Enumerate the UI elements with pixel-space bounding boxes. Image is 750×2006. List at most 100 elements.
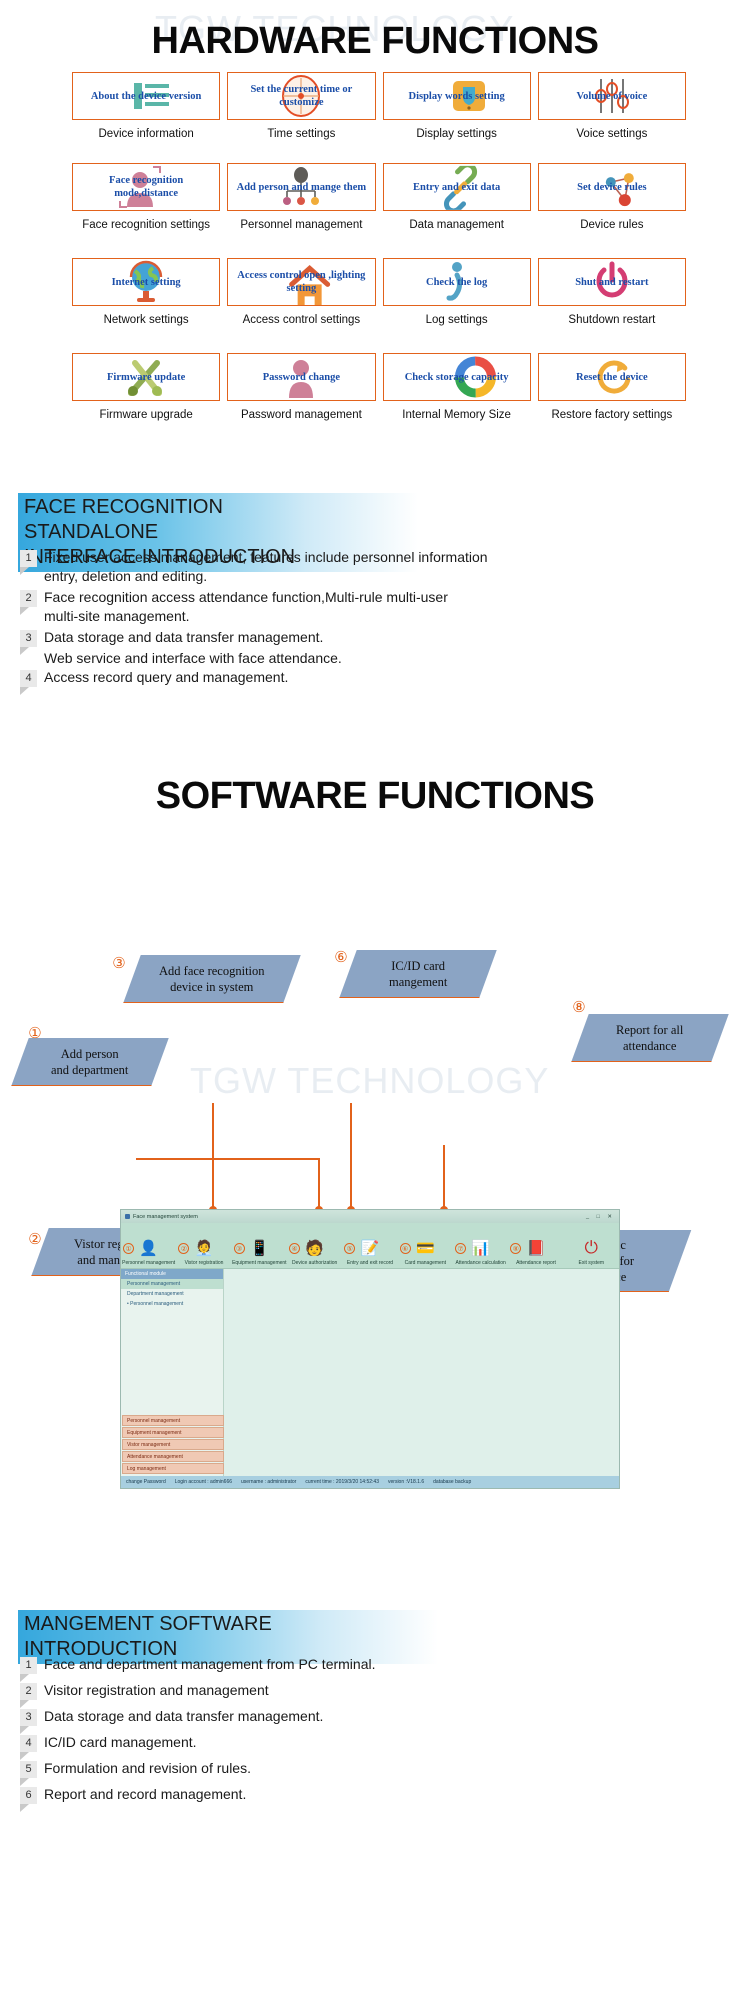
toolbar-item-attendance-calculation[interactable]: ⑦ 📊 Attendance calculation <box>453 1237 508 1268</box>
face-recognition-list: 1 Fixed user access management, features… <box>20 548 720 695</box>
list-text: Face and department management from PC t… <box>44 1656 376 1672</box>
toolbar-number: ⑦ <box>454 1243 466 1254</box>
toolbar-number: ④ <box>288 1243 300 1254</box>
sidebar-bottom-attendance[interactable]: Attendance management <box>122 1451 224 1462</box>
hardware-cell[interactable]: Check storage capacity Internal Memory S… <box>382 353 531 422</box>
leader-line <box>212 1103 214 1209</box>
hardware-cell[interactable]: Volume of voice Voice settings <box>537 72 686 141</box>
toolbar-number: ⑧ <box>510 1243 522 1254</box>
app-logo-icon <box>125 1214 130 1219</box>
hardware-box-device-information[interactable]: About the device version <box>72 72 221 120</box>
hardware-cell[interactable]: Access control open ,lighting setting Ac… <box>227 258 376 327</box>
list-number: 1 <box>20 550 37 575</box>
toolbar-item-attendance-report[interactable]: ⑧ 📕 Attendance report <box>508 1237 563 1268</box>
hardware-box-face-recognition[interactable]: Face recognition mode,distance <box>72 163 221 211</box>
toolbar-item-card-management[interactable]: ⑥ 💳 Card management <box>398 1237 453 1268</box>
toolbar-item-entry-exit-record[interactable]: ⑤ 📝 Entry and exit record <box>342 1237 397 1268</box>
status-current-time: current time : 2019/3/20 14:52:43 <box>305 1479 379 1485</box>
sidebar-header: Functional module <box>121 1269 223 1279</box>
callout-number-1: ① <box>28 1026 42 1042</box>
page-root: TGW TECHNOLOGY TGW TECHNOLOGY HARDWARE F… <box>0 0 750 2006</box>
sidebar-bottom-log[interactable]: Log management <box>122 1463 224 1474</box>
hardware-cell[interactable]: Password change Password management <box>227 353 376 422</box>
hardware-box-label: Set device rules <box>577 181 647 193</box>
list-text: Data storage and data transfer managemen… <box>44 1708 324 1724</box>
hardware-box-firmware-upgrade[interactable]: Firmware update <box>72 353 221 401</box>
card-icon: 💳 <box>415 1240 435 1257</box>
toolbar-item-visitor-registration[interactable]: ② 🧑‍💼 Vistor registration <box>176 1237 231 1268</box>
sidebar-item-department-management[interactable]: Department management <box>121 1289 223 1299</box>
list-number: 5 <box>20 1761 37 1786</box>
hardware-cell[interactable]: Check the log Log settings <box>382 258 531 327</box>
hardware-box-access-control[interactable]: Access control open ,lighting setting <box>227 258 376 306</box>
callout-text: Add face recognition device in system <box>159 963 265 994</box>
toolbar-item-exit-system[interactable]: ⏻ Exit system <box>564 1237 619 1268</box>
callout-text: Add person and department <box>51 1046 129 1077</box>
sidebar-item-personnel-management[interactable]: Personnel management <box>121 1279 223 1289</box>
window-controls: _ □ ✕ <box>585 1213 615 1220</box>
status-username: username : administrator <box>241 1479 297 1485</box>
list-number: 4 <box>20 670 37 695</box>
toolbar-item-equipment-management[interactable]: ③ 📱 Equipment management <box>232 1237 287 1268</box>
list-item: 2 Visitor registration and management <box>20 1681 720 1708</box>
callout-number-2: ② <box>28 1232 42 1248</box>
hardware-box-device-rules[interactable]: Set device rules <box>537 163 686 211</box>
list-number: 2 <box>20 590 37 615</box>
hardware-box-personnel-management[interactable]: Add person and mange them <box>227 163 376 211</box>
hardware-cell[interactable]: Set device rules Device rules <box>537 163 686 232</box>
hardware-cell[interactable]: Add person and mange them Personnel mana… <box>227 163 376 232</box>
toolbar-label: Exit system <box>578 1260 605 1266</box>
hardware-box-internal-memory[interactable]: Check storage capacity <box>382 353 531 401</box>
hardware-cell[interactable]: Entry and exit data Data management <box>382 163 531 232</box>
list-item: 6 Report and record management. <box>20 1785 720 1812</box>
callout-ic-id-card: IC/ID card mangement <box>339 950 497 998</box>
callout-number-3: ③ <box>112 956 126 972</box>
hardware-box-label: Firmware update <box>106 371 186 383</box>
toolbar-item-personnel-management[interactable]: ① 👤 Personnel management <box>121 1237 176 1268</box>
hardware-caption: Device information <box>98 128 194 140</box>
hardware-box-shutdown-restart[interactable]: Shut and restart <box>537 258 686 306</box>
list-number: 3 <box>20 630 37 655</box>
sidebar-bottom-equipment[interactable]: Equipment management <box>122 1427 224 1438</box>
hardware-cell[interactable]: Shut and restart Shutdown restart <box>537 258 686 327</box>
hardware-caption: Log settings <box>425 314 488 326</box>
status-login-account: Login account : admin666 <box>174 1479 233 1485</box>
hardware-cell[interactable]: Firmware update Firmware upgrade <box>72 353 221 422</box>
status-database-backup[interactable]: database backup <box>433 1479 471 1485</box>
list-item: 1 Face and department management from PC… <box>20 1655 720 1682</box>
status-version: version :V18.1.6 <box>388 1479 425 1485</box>
hardware-box-label: Face recognition mode,distance <box>109 175 184 199</box>
hardware-box-display-settings[interactable]: Display words setting <box>382 72 531 120</box>
toolbar-label: Equipment management <box>232 1260 287 1266</box>
hardware-cell[interactable]: Display words setting Display settings <box>382 72 531 141</box>
hardware-cell[interactable]: About the device version Device informat… <box>72 72 221 141</box>
hardware-box-label: Set the current time or customize <box>250 84 353 108</box>
status-change-password[interactable]: change Password <box>126 1479 166 1485</box>
hardware-cell[interactable]: Set the current time or customize Time s… <box>227 72 376 141</box>
hardware-box-label: Shut and restart <box>575 276 649 288</box>
hardware-box-restore-factory[interactable]: Reset the device <box>537 353 686 401</box>
hardware-box-network-settings[interactable]: Internet setting <box>72 258 221 306</box>
list-number: 4 <box>20 1735 37 1760</box>
software-title: SOFTWARE FUNCTIONS <box>155 775 595 817</box>
sidebar-bottom-personnel[interactable]: Personnel management <box>122 1415 224 1426</box>
hardware-box-label: Volume of voice <box>576 90 648 102</box>
list-text: Fixed user access management, features i… <box>44 549 488 584</box>
toolbar-item-device-authorization[interactable]: ④ 🧑 Device authorization <box>287 1237 342 1268</box>
toolbar-label: Attendance report <box>516 1260 556 1266</box>
sidebar-item-personnel-management-sub[interactable]: • Personnel management <box>121 1299 223 1309</box>
management-list: 1 Face and department management from PC… <box>20 1655 720 1812</box>
hardware-cell[interactable]: Internet setting Network settings <box>72 258 221 327</box>
hardware-box-time-settings[interactable]: Set the current time or customize <box>227 72 376 120</box>
hardware-box-voice-settings[interactable]: Volume of voice <box>537 72 686 120</box>
face-recognition-subline: Web service and interface with face atte… <box>44 650 342 666</box>
sidebar-bottom-visitor[interactable]: Vistor management <box>122 1439 224 1450</box>
hardware-box-password-management[interactable]: Password change <box>227 353 376 401</box>
hardware-cell[interactable]: Face recognition mode,distance Face reco… <box>72 163 221 232</box>
hardware-box-data-management[interactable]: Entry and exit data <box>382 163 531 211</box>
hardware-box-log-settings[interactable]: Check the log <box>382 258 531 306</box>
hardware-box-label: Access control open ,lighting setting <box>237 270 366 294</box>
hardware-cell[interactable]: Reset the device Restore factory setting… <box>537 353 686 422</box>
list-number: 6 <box>20 1787 37 1812</box>
toolbar-label: Card management <box>404 1260 447 1266</box>
